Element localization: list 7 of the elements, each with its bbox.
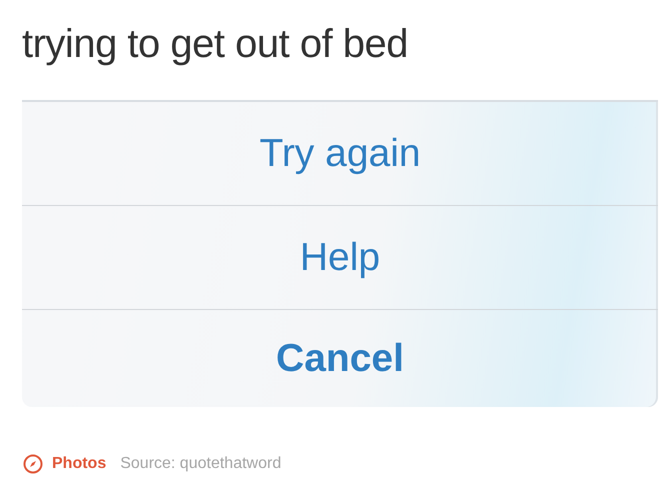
- photos-tag[interactable]: Photos: [52, 455, 106, 473]
- source-link[interactable]: Source: quotethatword: [120, 455, 282, 473]
- compass-icon: [23, 454, 43, 474]
- action-button[interactable]: Try again: [22, 102, 658, 206]
- action-button[interactable]: Help: [22, 206, 658, 310]
- cancel-button[interactable]: Cancel: [22, 310, 658, 407]
- post-title: trying to get out of bed: [22, 21, 410, 68]
